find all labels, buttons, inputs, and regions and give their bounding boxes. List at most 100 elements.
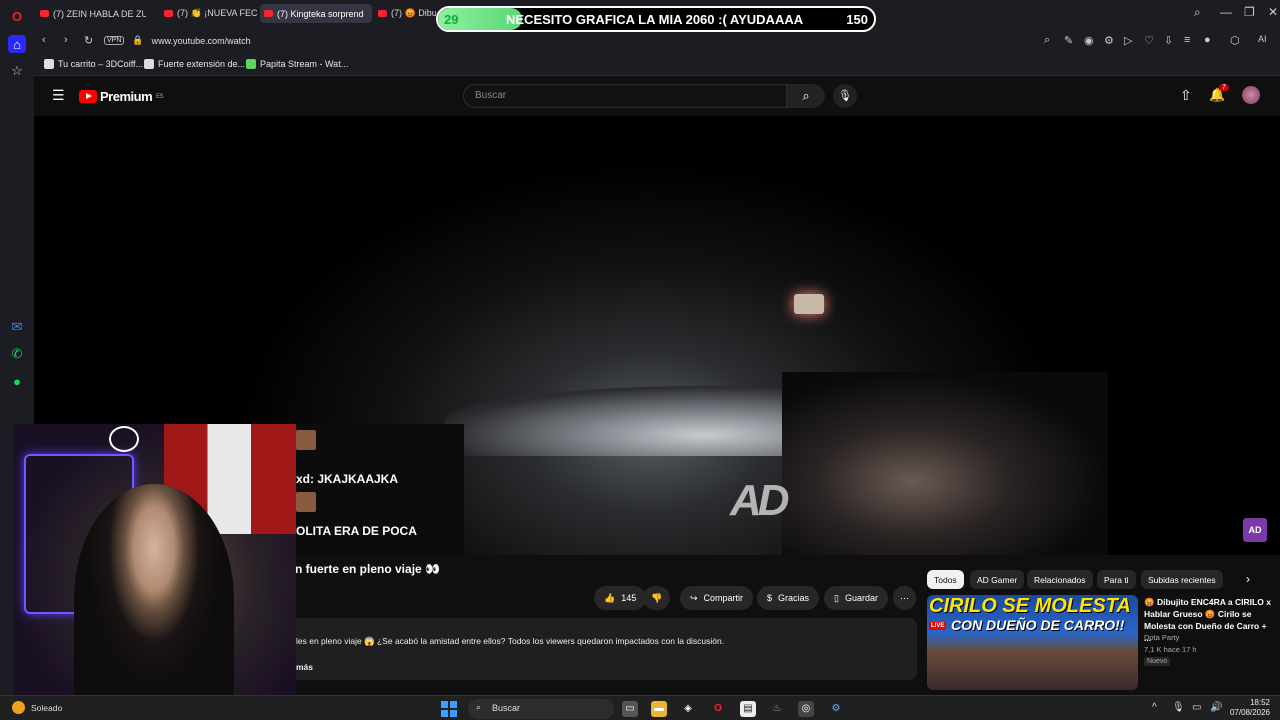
sun-icon xyxy=(12,701,25,714)
home-icon[interactable]: ⌂ xyxy=(8,35,26,53)
recommended-thumbnail[interactable]: CIRILO SE MOLESTA LIVE CON DUEÑO DE CARR… xyxy=(927,595,1138,690)
chat-message: xd: JKAJKAAJKA xyxy=(296,472,399,486)
file-explorer-icon[interactable]: ▬ xyxy=(651,701,667,717)
goal-target: 150 xyxy=(846,12,868,27)
tray-expand-icon[interactable]: ^ xyxy=(1152,702,1157,713)
bookmark-favicon-icon xyxy=(144,59,154,69)
live-badge: LIVE xyxy=(929,622,947,630)
close-icon[interactable]: ✕ xyxy=(1268,5,1278,19)
search-tabs-icon[interactable]: ⌕ xyxy=(1194,5,1201,20)
chip-ad-gamer[interactable]: AD Gamer xyxy=(970,570,1025,589)
camera-icon[interactable]: ◉ xyxy=(1084,34,1094,47)
url-field[interactable]: VPN 🔒 www.youtube.com/watch xyxy=(104,31,444,50)
maximize-icon[interactable]: ❐ xyxy=(1244,5,1255,19)
chip-subidas-recientes[interactable]: Subidas recientes xyxy=(1141,570,1223,589)
youtube-logo[interactable]: Premium ES xyxy=(79,89,164,104)
windows-taskbar: Soleado ⌕ Buscar ▭ ▬ ◈ O ▤ ♨ ◎ ⚙ ^ 🎙 ▭ 🔊 … xyxy=(0,695,1280,720)
bookmark-favicon-icon xyxy=(44,59,54,69)
search-button[interactable]: ⌕ xyxy=(787,84,825,108)
opera-icon[interactable]: O xyxy=(710,701,726,717)
whatsapp-icon[interactable]: ✆ xyxy=(8,345,26,363)
heart-icon[interactable]: ♡ xyxy=(1144,34,1154,47)
save-button[interactable]: ▯ Guardar xyxy=(824,586,888,610)
more-actions-button[interactable]: ⋯ xyxy=(893,586,916,610)
messenger-icon[interactable]: ✉ xyxy=(8,318,26,336)
clock[interactable]: 18:52 07/08/2026 xyxy=(1230,698,1270,718)
thanks-button[interactable]: $ Gracias xyxy=(757,586,820,610)
youtube-favicon-icon xyxy=(40,10,49,17)
chip-para-ti[interactable]: Para ti xyxy=(1097,570,1136,589)
ai-button[interactable]: AI xyxy=(1258,34,1267,44)
browser-tab[interactable]: (7) 👏 ¡NUEVA FECHA par xyxy=(160,4,258,23)
bookmark-item[interactable]: Tu carrito – 3DCoiff... xyxy=(44,59,143,69)
recommended-meta: 7,1 K hace 17 h xyxy=(1144,645,1197,654)
task-view-icon[interactable]: ▭ xyxy=(622,701,638,717)
chevron-right-icon[interactable]: › xyxy=(1246,572,1250,586)
profile-icon[interactable]: ● xyxy=(1204,34,1211,46)
browser-tab[interactable]: (7) 😡 Dibujit xyxy=(374,4,436,23)
bookmark-item[interactable]: Fuerte extensión de... xyxy=(144,59,245,69)
weather-widget[interactable]: Soleado xyxy=(12,701,62,714)
recommended-channel[interactable]: Dota Party xyxy=(1144,633,1179,642)
share-button[interactable]: ↪ Compartir xyxy=(680,586,754,610)
mic-tray-icon[interactable]: 🎙 xyxy=(1172,702,1185,713)
app-icon[interactable]: ◈ xyxy=(680,701,696,717)
browser-tab-active[interactable]: (7) Kingteka sorprend xyxy=(260,4,372,23)
settings-app-icon[interactable]: ⚙ xyxy=(828,701,844,717)
menu-icon[interactable]: ≡ xyxy=(1184,34,1190,46)
chip-relacionados[interactable]: Relacionados xyxy=(1027,570,1093,589)
youtube-header: ☰ Premium ES Buscar ⌕ 🎙 ⇧ 🔔 7 xyxy=(34,76,1280,116)
youtube-favicon-icon xyxy=(164,10,173,17)
edit-icon[interactable]: ✎ xyxy=(1064,34,1073,47)
reload-icon[interactable]: ↻ xyxy=(84,34,93,47)
bookmark-item[interactable]: Papita Stream - Wat... xyxy=(246,59,348,69)
star-icon[interactable]: ☆ xyxy=(8,62,26,80)
search-icon[interactable]: ⌕ xyxy=(1044,34,1050,47)
opera-logo-icon[interactable]: O xyxy=(8,7,26,25)
settings-icon[interactable]: ⚙ xyxy=(1104,34,1114,47)
extension-icon[interactable]: ⬡ xyxy=(1230,34,1240,47)
chat-emote-icon xyxy=(296,430,316,450)
streamer xyxy=(74,484,234,708)
thumbs-up-icon: 👍 xyxy=(604,592,616,603)
hamburger-menu-icon[interactable]: ☰ xyxy=(52,87,65,104)
streamer-webcam xyxy=(14,424,296,708)
notifications-badge: 7 xyxy=(1219,84,1229,91)
play-icon[interactable]: ▷ xyxy=(1124,34,1132,47)
avatar[interactable] xyxy=(1242,86,1260,104)
upload-icon[interactable]: ⇧ xyxy=(1180,87,1192,104)
show-more-link[interactable]: más xyxy=(296,662,313,672)
minimize-icon[interactable]: — xyxy=(1220,5,1232,19)
group-camera-feed xyxy=(782,372,1108,555)
notepad-icon[interactable]: ▤ xyxy=(740,701,756,717)
chip-todos[interactable]: Todos xyxy=(927,570,964,589)
forward-icon[interactable]: › xyxy=(64,34,68,46)
channel-watermark: AD xyxy=(730,476,790,525)
new-badge: Nuevo xyxy=(1144,657,1171,666)
thanks-icon: $ xyxy=(767,593,773,603)
video-description[interactable]: les en pleno viaje 😱 ¿Se acabó la amista… xyxy=(260,618,917,680)
neon-planet-sign xyxy=(109,426,139,452)
spotify-icon[interactable]: ● xyxy=(8,372,26,390)
obs-icon[interactable]: ◎ xyxy=(798,701,814,717)
channel-branding-badge[interactable]: AD xyxy=(1243,518,1267,542)
microphone-icon[interactable]: 🎙 xyxy=(833,84,857,108)
taskbar-search[interactable]: ⌕ Buscar xyxy=(468,699,614,719)
dislike-button[interactable]: 👎 xyxy=(643,586,671,610)
search-icon: ⌕ xyxy=(476,702,482,712)
url-text: www.youtube.com/watch xyxy=(151,35,251,46)
browser-tab[interactable]: (7) ZEIN HABLA DE ZULLY xyxy=(36,4,146,23)
vpn-badge[interactable]: VPN xyxy=(104,36,125,45)
volume-icon[interactable]: 🔊 xyxy=(1210,702,1222,713)
share-icon: ↪ xyxy=(690,592,698,603)
windows-start-icon[interactable] xyxy=(441,701,457,717)
chat-emote-icon xyxy=(296,492,316,512)
like-button[interactable]: 👍 145 xyxy=(594,586,647,610)
search-input[interactable]: Buscar xyxy=(463,84,787,108)
car-ahead xyxy=(794,294,824,314)
steam-icon[interactable]: ♨ xyxy=(769,701,785,717)
download-icon[interactable]: ⇩ xyxy=(1164,34,1173,47)
network-icon[interactable]: ▭ xyxy=(1192,702,1201,713)
goal-current: 29 xyxy=(444,12,459,27)
back-icon[interactable]: ‹ xyxy=(42,34,46,46)
